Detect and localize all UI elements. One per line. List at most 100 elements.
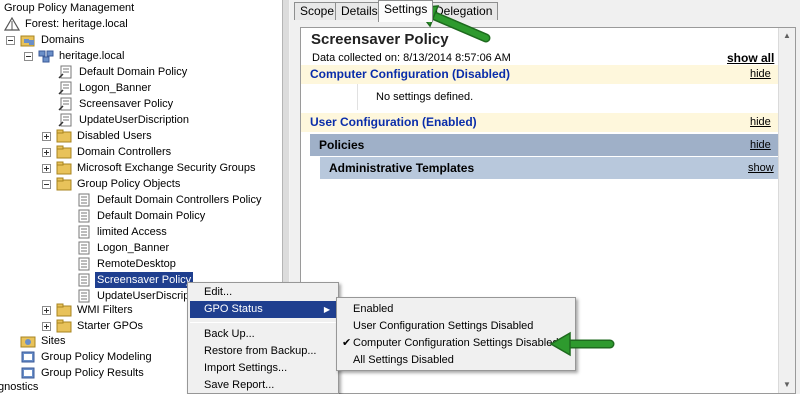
tab-details[interactable]: Details <box>335 2 384 20</box>
tree-item-label: Logon_Banner <box>97 242 170 254</box>
scroll-down-icon[interactable]: ▼ <box>779 377 795 393</box>
annotation-arrow-icon <box>549 331 615 357</box>
show-all-link[interactable]: show all <box>727 51 774 65</box>
tree-item-label: RemoteDesktop <box>97 258 176 270</box>
report-scrollbar[interactable]: ▲ ▼ <box>778 28 795 393</box>
tree-item-label: Sites <box>41 335 66 347</box>
submenu-item-enabled[interactable]: Enabled <box>339 301 573 318</box>
menu-separator <box>190 322 336 323</box>
tree-item-label: UpdateUserDiscription <box>79 114 190 126</box>
computer-config-section[interactable]: Computer Configuration (Disabled) hide <box>301 65 779 84</box>
tree-item-gpo[interactable]: RemoteDesktop <box>76 256 178 272</box>
collapse-icon[interactable] <box>6 35 15 45</box>
tree-item-ou[interactable]: Disabled Users <box>42 128 154 144</box>
tree-item-label: Disabled Users <box>77 130 152 142</box>
tree-item-gpo-link[interactable]: UpdateUserDiscription <box>58 112 191 128</box>
tree-item-label: Logon_Banner <box>79 82 152 94</box>
tree-item-domains[interactable]: Domains <box>6 32 86 48</box>
tree-item-label: Screensaver Policy <box>95 272 194 288</box>
gpo-status-submenu: Enabled User Configuration Settings Disa… <box>336 297 576 371</box>
scroll-up-icon[interactable]: ▲ <box>779 28 795 44</box>
tree-item-gpo[interactable]: limited Access <box>76 224 169 240</box>
collapse-icon[interactable] <box>42 179 51 189</box>
tree-item-gpo-link[interactable]: Screensaver Policy <box>58 96 175 112</box>
tree-item-label: gnostics <box>0 381 39 393</box>
tab-scope[interactable]: Scope <box>294 2 341 20</box>
gpo-icon <box>76 273 92 287</box>
gpo-link-icon <box>58 97 74 111</box>
expand-icon[interactable] <box>42 321 51 331</box>
submenu-item-user-disabled[interactable]: User Configuration Settings Disabled <box>339 318 573 335</box>
user-config-section[interactable]: User Configuration (Enabled) hide <box>301 113 779 132</box>
tree-item-forest[interactable]: Forest: heritage.local <box>4 16 130 32</box>
tree-item-wmi-filters[interactable]: WMI Filters <box>42 302 135 318</box>
gpo-link-icon <box>58 81 74 95</box>
submenu-item-computer-disabled[interactable]: ✔ Computer Configuration Settings Disabl… <box>339 335 573 352</box>
expand-icon[interactable] <box>42 163 51 173</box>
results-icon <box>20 366 36 380</box>
modeling-icon <box>20 350 36 364</box>
policies-label: Policies <box>319 138 365 152</box>
tab-settings[interactable]: Settings <box>378 0 434 22</box>
domain-icon <box>38 49 54 63</box>
policies-hide-link[interactable]: hide <box>750 134 771 156</box>
policies-section[interactable]: Policies hide <box>310 134 779 156</box>
menu-item-back-up[interactable]: Back Up... <box>190 326 336 343</box>
tree-item-diagnostics[interactable]: gnostics <box>0 379 40 394</box>
gpo-link-icon <box>58 65 74 79</box>
tree-item-sites[interactable]: Sites <box>20 333 67 349</box>
ou-folder-icon <box>56 129 72 143</box>
menu-item-label: Computer Configuration Settings Disabled <box>353 337 559 349</box>
wmi-folder-icon <box>56 303 72 317</box>
gpo-icon <box>76 225 92 239</box>
submenu-arrow-icon: ▶ <box>323 305 330 314</box>
tree-item-gpo-selected[interactable]: Screensaver Policy <box>76 272 194 288</box>
ou-folder-icon <box>56 145 72 159</box>
admin-templates-label: Administrative Templates <box>329 161 475 175</box>
forest-icon <box>4 17 20 31</box>
expand-icon[interactable] <box>42 131 51 141</box>
context-menu: Edit... GPO Status ▶ Back Up... Restore … <box>187 282 339 394</box>
tree-item-gpo-link[interactable]: Default Domain Policy <box>58 64 189 80</box>
tree-root[interactable]: Group Policy Management <box>2 0 136 16</box>
menu-item-save-report[interactable]: Save Report... <box>190 377 336 394</box>
menu-item-import[interactable]: Import Settings... <box>190 360 336 377</box>
collapse-icon[interactable] <box>24 51 33 61</box>
tree-item-gpo[interactable]: Default Domain Controllers Policy <box>76 192 263 208</box>
tree-item-label: Starter GPOs <box>77 320 144 332</box>
tree-item-gpo-container[interactable]: Group Policy Objects <box>42 176 182 192</box>
tree-item-gpo-link[interactable]: Logon_Banner <box>58 80 153 96</box>
expand-icon[interactable] <box>42 147 51 157</box>
tree-item-label: Default Domain Policy <box>97 210 206 222</box>
admin-templates-section[interactable]: Administrative Templates show <box>320 157 779 179</box>
menu-item-edit[interactable]: Edit... <box>190 284 336 301</box>
tree-item-gpo[interactable]: Default Domain Policy <box>76 208 207 224</box>
tree-item-modeling[interactable]: Group Policy Modeling <box>20 349 154 365</box>
menu-item-label: GPO Status <box>204 303 263 315</box>
tree-item-label: limited Access <box>97 226 167 238</box>
expand-icon[interactable] <box>42 305 51 315</box>
computer-config-hide-link[interactable]: hide <box>750 65 771 84</box>
tree-item-gpo[interactable]: Logon_Banner <box>76 240 171 256</box>
user-config-hide-link[interactable]: hide <box>750 113 771 132</box>
tree-item-ou[interactable]: Microsoft Exchange Security Groups <box>42 160 258 176</box>
tree-item-label: Default Domain Controllers Policy <box>97 194 262 206</box>
tree-item-starter-gpos[interactable]: Starter GPOs <box>42 318 145 334</box>
user-config-label: User Configuration (Enabled) <box>310 115 477 129</box>
tree-item-label: WMI Filters <box>77 304 133 316</box>
gpo-icon <box>76 257 92 271</box>
gpo-icon <box>76 209 92 223</box>
tree-item-label: Domains <box>41 34 85 46</box>
starter-gpo-folder-icon <box>56 319 72 333</box>
submenu-item-all-disabled[interactable]: All Settings Disabled <box>339 352 573 369</box>
gpo-folder-icon <box>56 177 72 191</box>
menu-item-gpo-status[interactable]: GPO Status ▶ <box>190 301 336 318</box>
tree-item-domain[interactable]: heritage.local <box>24 48 126 64</box>
tree-item-ou[interactable]: Domain Controllers <box>42 144 173 160</box>
gpo-icon <box>76 193 92 207</box>
menu-item-restore[interactable]: Restore from Backup... <box>190 343 336 360</box>
tree-item-label: Domain Controllers <box>77 146 172 158</box>
gpo-link-icon <box>58 113 74 127</box>
admin-templates-show-link[interactable]: show <box>748 157 774 179</box>
domains-folder-icon <box>20 33 36 47</box>
